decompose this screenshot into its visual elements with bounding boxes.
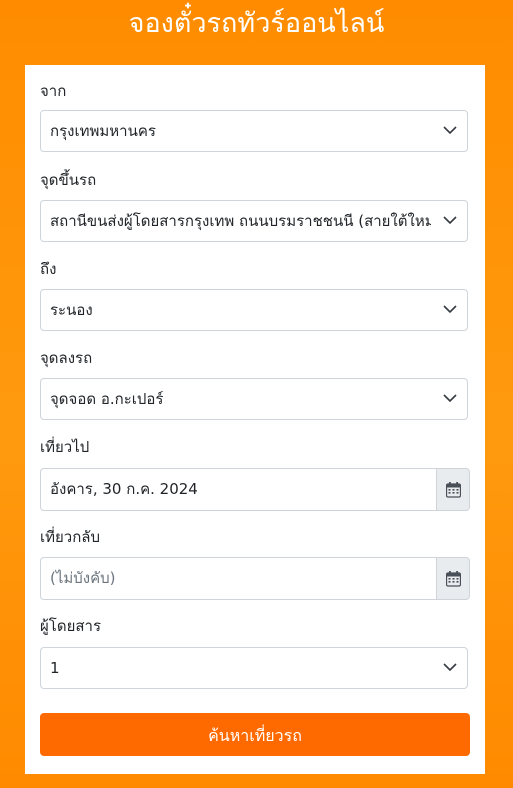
- to-select[interactable]: ระนอง: [40, 289, 468, 331]
- passengers-select[interactable]: 1: [40, 647, 468, 689]
- chevron-down-icon: [443, 394, 457, 403]
- depart-label: เที่ยวไป: [40, 438, 90, 456]
- depart-calendar-button[interactable]: [436, 468, 470, 511]
- from-label: จาก: [40, 82, 67, 100]
- page-title: จองตั๋วรถทัวร์ออนไลน์: [128, 8, 385, 39]
- depart-date-group: อังคาร, 30 ก.ค. 2024: [40, 468, 470, 511]
- passengers-label: ผู้โดยสาร: [40, 617, 102, 635]
- to-label: ถึง: [40, 260, 57, 278]
- return-date-input[interactable]: (ไม่บังคับ): [40, 557, 437, 600]
- to-select-value: ระนอง: [50, 301, 93, 319]
- calendar-icon: [446, 482, 461, 498]
- chevron-down-icon: [443, 305, 457, 314]
- return-label: เที่ยวกลับ: [40, 528, 101, 546]
- depart-date-value: อังคาร, 30 ก.ค. 2024: [50, 480, 198, 498]
- dropoff-label: จุดลงรถ: [40, 349, 93, 367]
- chevron-down-icon: [443, 663, 457, 672]
- return-date-group: (ไม่บังคับ): [40, 557, 470, 600]
- boarding-select[interactable]: สถานีขนส่งผู้โดยสารกรุงเทพ ถนนบรมราชชนนี…: [40, 200, 468, 242]
- chevron-down-icon: [443, 216, 457, 225]
- dropoff-select-value: จุดจอด อ.กะเปอร์: [50, 390, 164, 408]
- boarding-select-value: สถานีขนส่งผู้โดยสารกรุงเทพ ถนนบรมราชชนนี…: [50, 212, 431, 230]
- return-calendar-button[interactable]: [436, 557, 470, 600]
- passengers-select-value: 1: [50, 659, 60, 677]
- calendar-icon: [446, 571, 461, 587]
- chevron-down-icon: [443, 126, 457, 135]
- depart-date-input[interactable]: อังคาร, 30 ก.ค. 2024: [40, 468, 437, 511]
- dropoff-select[interactable]: จุดจอด อ.กะเปอร์: [40, 378, 468, 420]
- search-trips-button[interactable]: ค้นหาเที่ยวรถ: [40, 713, 470, 756]
- boarding-label: จุดขึ้นรถ: [40, 171, 97, 189]
- booking-form: จาก กรุงเทพมหานคร จุดขึ้นรถ สถานีขนส่งผู…: [25, 65, 485, 774]
- from-select-value: กรุงเทพมหานคร: [50, 122, 156, 140]
- from-select[interactable]: กรุงเทพมหานคร: [40, 110, 468, 152]
- return-date-placeholder: (ไม่บังคับ): [50, 569, 116, 587]
